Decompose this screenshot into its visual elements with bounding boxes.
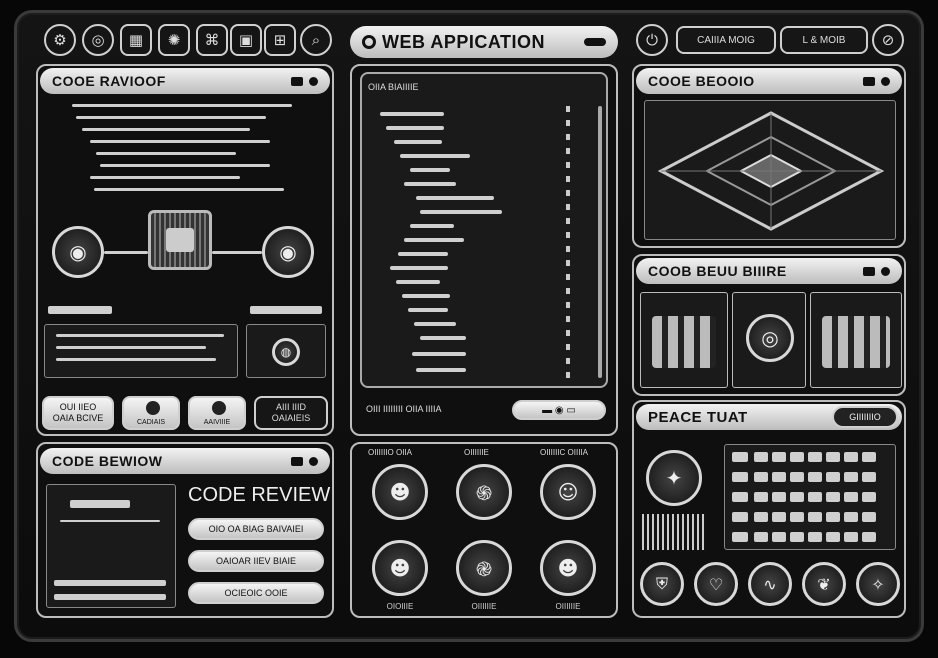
barcode-graphic [642, 514, 706, 550]
panel-title: CODE BEWIOW [52, 453, 163, 469]
editor-controls[interactable]: ▬ ◉ ▭ [512, 400, 606, 420]
section-heading: CODE REVIEW [188, 484, 331, 506]
avatar-caption: OIIIIIIE [471, 602, 497, 611]
node-dial-icon[interactable]: ◉ [262, 226, 314, 278]
avatar-caption: OIIIIIIE [555, 602, 581, 611]
settings-block [44, 324, 238, 378]
node-dial-icon[interactable]: ◉ [52, 226, 104, 278]
panel-title: PEACE TUAT [648, 408, 748, 426]
chip-icon[interactable]: ▣ [230, 24, 262, 56]
gear-icon[interactable]: ⚙ [44, 24, 76, 56]
circuit-map-graphic [657, 111, 885, 231]
action-button-4[interactable]: AIII IIID OAIAIEIS [254, 396, 328, 430]
action-button-3-label: AAIVIIIE [203, 419, 231, 426]
panel-title: COOE RAVIOOF [52, 73, 166, 89]
grid-label: OIIIIIIC OIIIIA [540, 448, 589, 457]
header-pill-b[interactable]: L & MOIB [780, 26, 868, 54]
compass-icon[interactable]: ◎ [82, 24, 114, 56]
shield-icon[interactable]: ⛨ [640, 562, 684, 606]
search-icon[interactable]: ⌕ [300, 24, 332, 56]
title-bar-handle [584, 38, 606, 46]
leaf-icon[interactable]: ❦ [802, 562, 846, 606]
grid-label: OIIIIIIO OIIA [368, 448, 413, 457]
grid-label: OIIIIIIE [464, 448, 489, 457]
chip-icon[interactable]: ⊞ [264, 24, 296, 56]
editor-footer: OIII IIIIIIII OIIA IIIIA [366, 404, 442, 414]
power-icon[interactable]: ⏻ [636, 24, 668, 56]
lock-icon[interactable]: ⊘ [872, 24, 904, 56]
panel-header: CODE BEWIOW [40, 448, 330, 474]
avatar-caption: OIOIIIE [386, 602, 414, 611]
review-item[interactable]: OIO OA BIAG BAIVAIEI [188, 518, 324, 540]
code-editor[interactable] [360, 72, 608, 388]
line-markers [566, 106, 570, 378]
circuit-map [644, 100, 896, 240]
panel-title: COOB BEUU BIIIRE [648, 263, 787, 279]
star-icon[interactable]: ✧ [856, 562, 900, 606]
review-item[interactable]: OAIOAR IIEV BIAIE [188, 550, 324, 572]
user-avatar-icon[interactable]: ☺ [540, 464, 596, 520]
chip-core [166, 228, 194, 252]
header-pill-a[interactable]: CAIIIA MOIG [676, 26, 776, 54]
compass-icon[interactable]: ✦ [646, 450, 702, 506]
status-ring-icon [362, 35, 376, 49]
user-avatar-icon[interactable]: ☻ [372, 464, 428, 520]
device-icon[interactable]: ◍ [272, 338, 300, 366]
user-avatar-icon[interactable]: ☻ [540, 540, 596, 596]
panel-title: COOE BEOOIO [648, 73, 755, 89]
target-icon[interactable]: ◎ [746, 314, 794, 362]
chip-icon [652, 316, 716, 368]
grid-icon[interactable]: ⌘ [196, 24, 228, 56]
toggle-icon[interactable]: ▬ ◉ ▭ [542, 405, 576, 416]
action-button-2-label: CADIAIS [136, 419, 165, 426]
chip-icon[interactable]: ▦ [120, 24, 152, 56]
page-title: WEB APPICATION [382, 31, 545, 52]
scrollbar[interactable] [598, 106, 602, 378]
user-avatar-icon[interactable]: ☻ [372, 540, 428, 596]
app-title-bar: WEB APPICATION [350, 26, 618, 58]
gear-icon[interactable]: ✺ [158, 24, 190, 56]
fingerprint-icon[interactable]: ֎ [456, 540, 512, 596]
review-item[interactable]: OCIEOIC OOIE [188, 582, 324, 604]
editor-header: OIIA BIAIIIIE [368, 82, 419, 92]
panel-header: COOE BEOOIO [636, 68, 902, 94]
action-button-1[interactable]: OUI IIEO OAIA BCIVE [42, 396, 114, 430]
heart-icon[interactable]: ♡ [694, 562, 738, 606]
chip-icon [822, 316, 890, 368]
panel-header: COOE RAVIOOF [40, 68, 330, 94]
panel-action-button[interactable]: GIIIIIIIO [832, 406, 898, 428]
action-button-2[interactable]: CADIAIS [122, 396, 180, 430]
wave-icon[interactable]: ∿ [748, 562, 792, 606]
action-button-3[interactable]: AAIVIIIE [188, 396, 246, 430]
fingerprint-icon[interactable]: ֍ [456, 464, 512, 520]
panel-header: COOB BEUU BIIIRE [636, 258, 902, 284]
